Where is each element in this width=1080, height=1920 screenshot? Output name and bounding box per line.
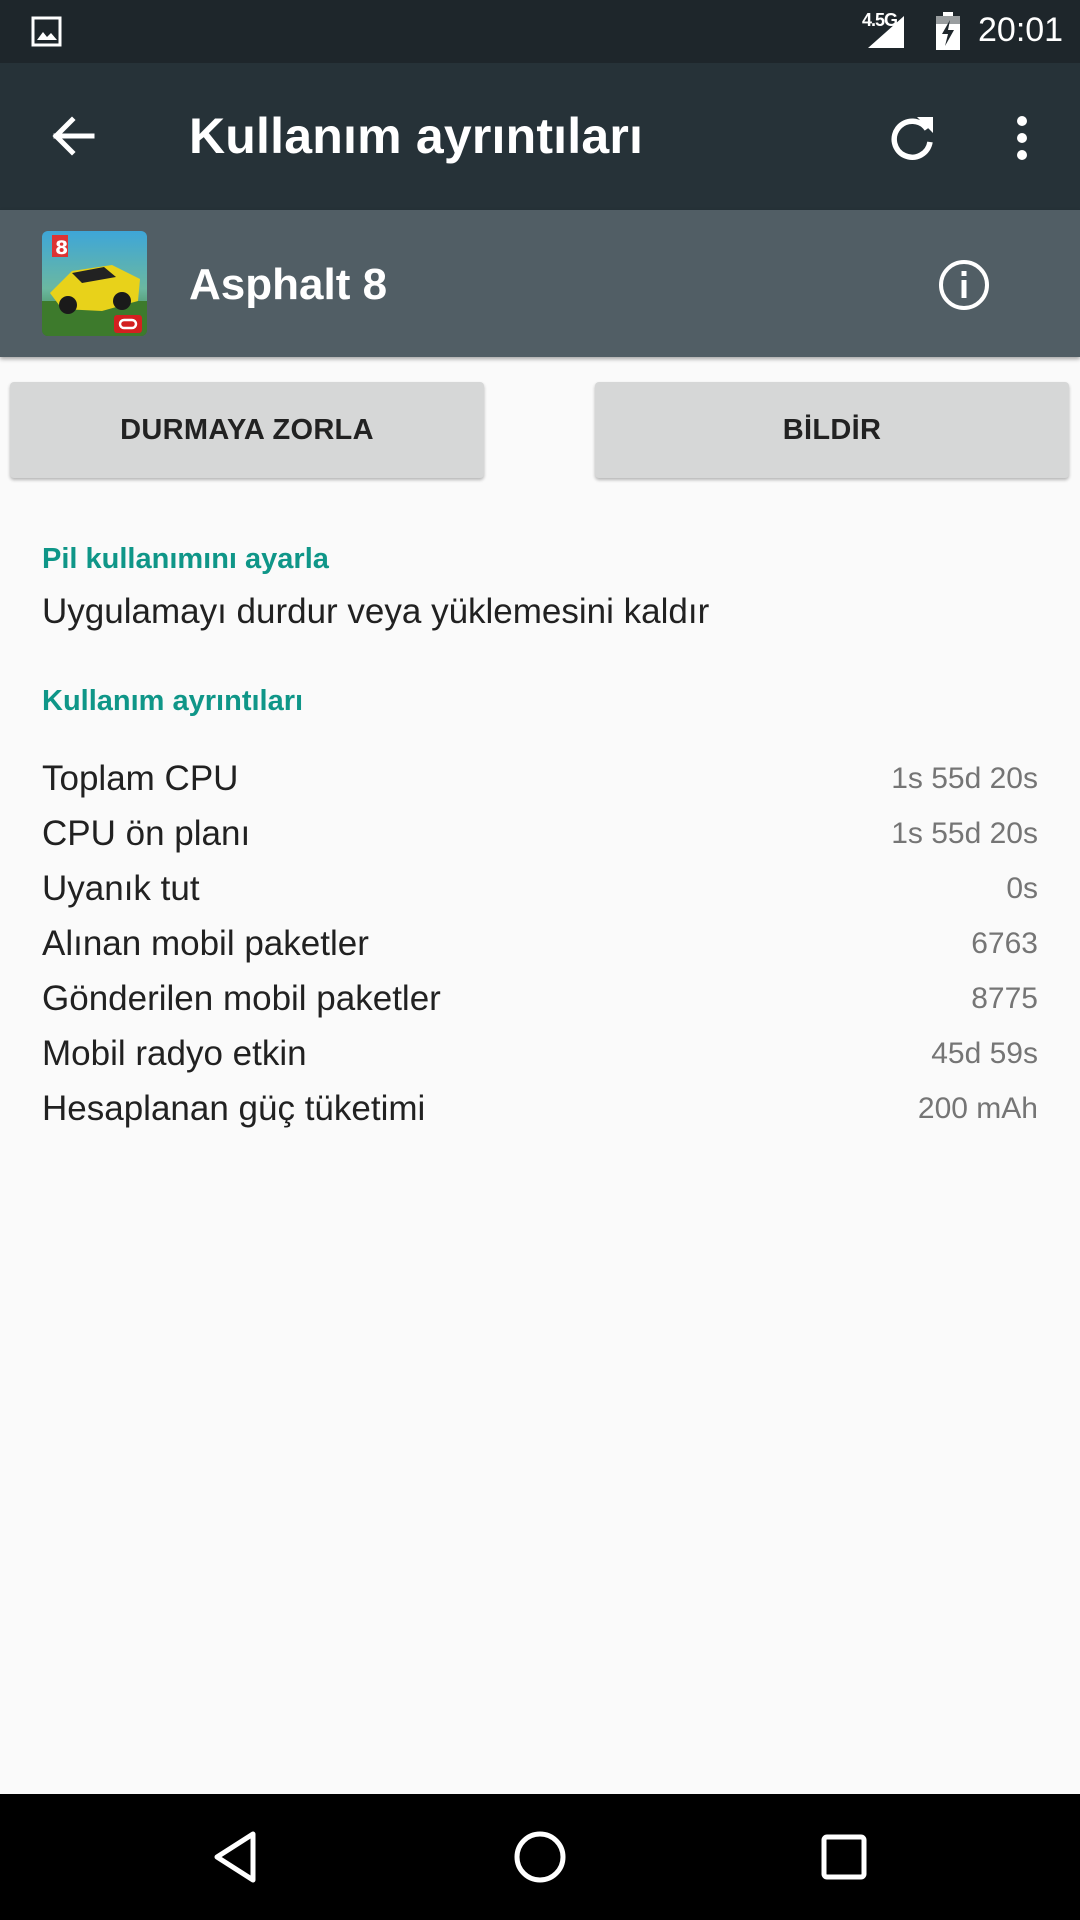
stat-row-mobile-packets-received: Alınan mobil paketler 6763 (42, 916, 1038, 971)
force-stop-button[interactable]: DURMAYA ZORLA (10, 382, 484, 478)
stat-label: Hesaplanan güç tüketimi (42, 1088, 426, 1128)
battery-section-summary[interactable]: Uygulamayı durdur veya yüklemesini kaldı… (42, 592, 709, 632)
stat-label: Toplam CPU (42, 758, 239, 798)
image-notification-icon (31, 16, 62, 47)
info-icon[interactable] (937, 258, 991, 312)
battery-section-header: Pil kullanımını ayarla (42, 543, 329, 575)
stat-label: Uyanık tut (42, 868, 200, 908)
report-button[interactable]: BİLDİR (595, 382, 1069, 478)
usage-section-header: Kullanım ayrıntıları (42, 685, 304, 717)
status-bar: 4.5G 20:01 (0, 0, 1080, 63)
signal-icon (868, 16, 904, 48)
stat-label: CPU ön planı (42, 813, 251, 853)
stat-row-mobile-packets-sent: Gönderilen mobil paketler 8775 (42, 971, 1038, 1026)
stat-row-total-cpu: Toplam CPU 1s 55d 20s (42, 751, 1038, 806)
clock: 20:01 (978, 11, 1064, 49)
usage-stats-list: Toplam CPU 1s 55d 20s CPU ön planı 1s 55… (42, 751, 1038, 1136)
svg-text:8: 8 (55, 237, 68, 259)
nav-home-icon[interactable] (509, 1826, 571, 1888)
navigation-bar (0, 1794, 1080, 1920)
stat-value: 0s (1006, 871, 1038, 905)
stat-value: 45d 59s (931, 1036, 1038, 1070)
stat-value: 8775 (971, 981, 1038, 1015)
stat-row-keep-awake: Uyanık tut 0s (42, 861, 1038, 916)
battery-charging-icon (936, 12, 960, 50)
refresh-icon[interactable] (883, 109, 941, 167)
stat-label: Mobil radyo etkin (42, 1033, 307, 1073)
stat-value: 6763 (971, 926, 1038, 960)
stat-value: 1s 55d 20s (891, 761, 1038, 795)
stat-row-cpu-foreground: CPU ön planı 1s 55d 20s (42, 806, 1038, 861)
nav-back-icon[interactable] (205, 1826, 267, 1888)
app-name: Asphalt 8 (189, 260, 388, 309)
nav-recents-icon[interactable] (813, 1826, 875, 1888)
more-options-icon[interactable] (1004, 109, 1040, 167)
stat-row-mobile-radio-active: Mobil radyo etkin 45d 59s (42, 1026, 1038, 1081)
stat-label: Gönderilen mobil paketler (42, 978, 441, 1018)
page-title: Kullanım ayrıntıları (189, 108, 644, 164)
stat-row-computed-power: Hesaplanan güç tüketimi 200 mAh (42, 1081, 1038, 1136)
stat-value: 200 mAh (917, 1091, 1038, 1125)
back-arrow-icon[interactable] (46, 109, 100, 163)
app-header: 8 Asphalt 8 (0, 210, 1080, 357)
stat-label: Alınan mobil paketler (42, 923, 369, 963)
toolbar: Kullanım ayrıntıları (0, 63, 1080, 210)
stat-value: 1s 55d 20s (891, 816, 1038, 850)
app-icon: 8 (42, 231, 147, 336)
